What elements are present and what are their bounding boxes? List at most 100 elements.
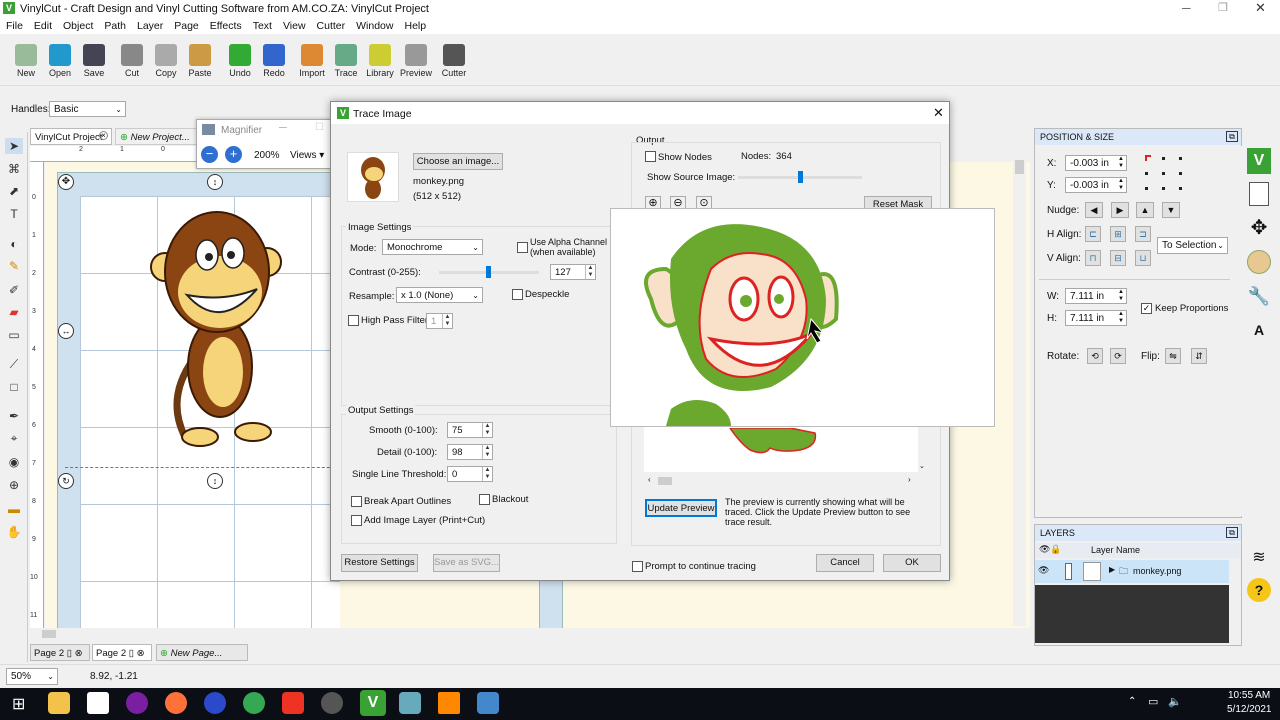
nudge-down-icon[interactable]: ▼ (1162, 202, 1180, 218)
scroll-left-icon[interactable]: ‹ (648, 475, 651, 484)
blackout-checkbox[interactable] (479, 494, 490, 505)
library-button[interactable]: Library (364, 44, 396, 80)
width-spinner[interactable]: ▲ ▼ (1116, 289, 1126, 303)
file-explorer-icon[interactable] (48, 692, 70, 714)
zoom-tool-icon[interactable]: ⊕ (5, 477, 23, 493)
cancel-button[interactable]: Cancel (816, 554, 874, 572)
menu-help[interactable]: Help (404, 18, 426, 34)
update-preview-button[interactable]: Update Preview (645, 499, 717, 517)
flip-vertical-icon[interactable]: ⇵ (1191, 348, 1207, 364)
layers-panel-icon[interactable]: ≋ (1247, 546, 1271, 570)
windows-start-icon[interactable]: ⊞ (12, 694, 25, 714)
single-line-spinner[interactable]: ▲ ▼ (482, 467, 492, 481)
minimize-icon[interactable]: ─ (279, 122, 287, 134)
hand-tool-icon[interactable]: ✋ (5, 524, 23, 540)
menu-layer[interactable]: Layer (137, 18, 163, 34)
paste-button[interactable]: Paste (184, 44, 216, 80)
path-tool-icon[interactable]: ⌖ (5, 430, 23, 446)
maximize-icon[interactable]: ☐ (315, 122, 324, 133)
eraser-tool-icon[interactable]: ▰ (5, 304, 23, 320)
align-to-select[interactable]: To Selection ⌄ (1157, 237, 1228, 254)
menu-path[interactable]: Path (104, 18, 126, 34)
rotate-left-icon[interactable]: ⟲ (1087, 348, 1103, 364)
menu-file[interactable]: File (6, 18, 23, 34)
nudge-right-icon[interactable]: ▶ (1111, 202, 1129, 218)
eye-icon[interactable]: 👁 (1038, 565, 1049, 576)
rotate-handle-icon[interactable]: ↻ (58, 473, 74, 489)
align-right-icon[interactable]: ⊐ (1135, 226, 1151, 242)
nudge-up-icon[interactable]: ▲ (1136, 202, 1154, 218)
layer-row[interactable]: 👁 ▶ 🗀 monkey.png (1035, 560, 1229, 583)
views-menu[interactable]: Views ▾ (290, 150, 324, 161)
new-page-tab[interactable]: ⊕ New Page... (156, 644, 248, 661)
ok-button[interactable]: OK (883, 554, 941, 572)
shape-tool-icon[interactable]: ▭ (5, 327, 23, 343)
smooth-field[interactable]: 75 ▲ ▼ (447, 422, 493, 438)
firefox-icon[interactable] (165, 692, 187, 714)
trace-button[interactable]: Trace (330, 44, 362, 80)
despeckle-checkbox[interactable] (512, 289, 523, 300)
scroll-right-icon[interactable]: › (908, 475, 911, 484)
menu-page[interactable]: Page (174, 18, 199, 34)
contrast-slider[interactable] (439, 266, 539, 278)
menu-view[interactable]: View (283, 18, 306, 34)
single-line-field[interactable]: 0 ▲ ▼ (447, 466, 493, 482)
obs-icon[interactable] (126, 692, 148, 714)
rotate-right-icon[interactable]: ⟳ (1110, 348, 1126, 364)
monkey-image[interactable] (145, 207, 295, 457)
menu-cutter[interactable]: Cutter (317, 18, 346, 34)
node-tool-icon[interactable]: ⌘ (5, 161, 23, 177)
align-middle-icon[interactable]: ⊟ (1110, 250, 1126, 266)
redo-button[interactable]: Redo (258, 44, 290, 80)
vinylcut-panel-icon[interactable]: V (1247, 148, 1271, 174)
zoom-in-icon[interactable]: + (225, 146, 242, 163)
contour-tool-icon[interactable]: ◉ (5, 454, 23, 470)
resample-select[interactable]: x 1.0 (None) ⌄ (396, 287, 483, 303)
copy-button[interactable]: Copy (150, 44, 182, 80)
add-image-layer-checkbox[interactable] (351, 515, 362, 526)
expand-icon[interactable]: ▶ (1109, 565, 1115, 574)
contrast-field[interactable]: 127 ▲ ▼ (550, 264, 596, 280)
high-pass-checkbox[interactable] (348, 315, 359, 326)
align-top-icon[interactable]: ⊓ (1085, 250, 1101, 266)
cutter-button[interactable]: Cutter (438, 44, 470, 80)
page-panel-icon[interactable] (1249, 182, 1269, 206)
open-button[interactable]: Open (44, 44, 76, 80)
preview-hscroll[interactable]: ‹ › (644, 475, 919, 487)
scroll-thumb[interactable] (658, 477, 672, 485)
panel-scrollbar[interactable] (1230, 146, 1242, 516)
rectangle-tool-icon[interactable]: □ (5, 379, 23, 395)
save-button[interactable]: Save (78, 44, 110, 80)
tab-new-project[interactable]: ⊕ New Project... (115, 128, 197, 145)
vinylcut-taskbar-icon[interactable]: V (360, 690, 386, 716)
select-tool-icon[interactable]: ➤ (5, 138, 23, 154)
smooth-spinner[interactable]: ▲ ▼ (482, 423, 492, 437)
fill-tool-icon[interactable]: ◐ (5, 236, 23, 252)
contrast-spinner[interactable]: ▲ ▼ (585, 265, 595, 279)
speaker-icon[interactable]: 🔈 (1168, 695, 1182, 708)
undo-button[interactable]: Undo (224, 44, 256, 80)
vlc-icon[interactable] (438, 692, 460, 714)
scroll-thumb[interactable] (42, 630, 56, 638)
alpha-channel-checkbox[interactable] (517, 242, 528, 253)
app-icon[interactable] (477, 692, 499, 714)
source-opacity-thumb[interactable] (798, 171, 803, 183)
new-button[interactable]: New (10, 44, 42, 80)
menu-effects[interactable]: Effects (210, 18, 242, 34)
high-pass-field[interactable]: 1 ▲ ▼ (426, 313, 453, 329)
break-apart-checkbox[interactable] (351, 496, 362, 507)
brush-tool-icon[interactable]: ✐ (5, 282, 23, 298)
resize-left-handle-icon[interactable]: ↔ (58, 323, 74, 339)
color-palette-icon[interactable] (1247, 250, 1271, 274)
page-tab[interactable]: Page 2 ▯ ⊗ (92, 644, 152, 661)
menu-object[interactable]: Object (63, 18, 93, 34)
chevron-up-icon[interactable]: ⌃ (1128, 696, 1136, 707)
save-as-svg-button[interactable]: Save as SVG... (433, 554, 500, 572)
preview-button[interactable]: Preview (400, 44, 432, 80)
vertical-scrollbar[interactable] (1013, 146, 1026, 626)
pen-tool-icon[interactable]: ✒ (5, 408, 23, 424)
store-icon[interactable] (87, 692, 109, 714)
align-center-icon[interactable]: ⊞ (1110, 226, 1126, 242)
prompt-continue-checkbox[interactable] (632, 561, 643, 572)
app-icon[interactable] (399, 692, 421, 714)
